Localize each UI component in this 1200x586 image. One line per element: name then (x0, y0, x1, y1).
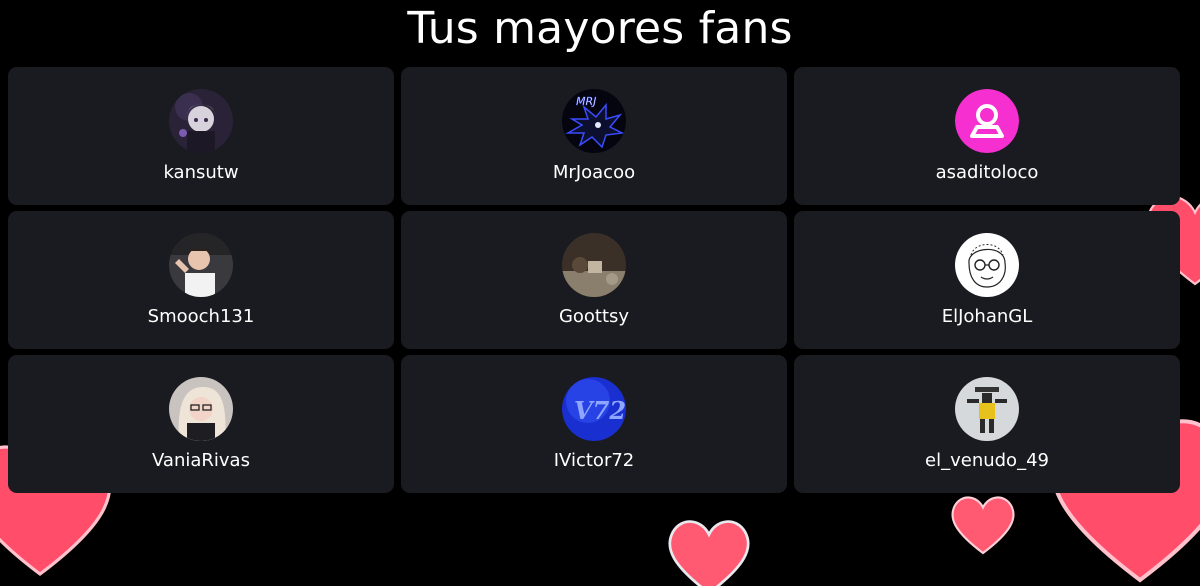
fan-card[interactable]: el_venudo_49 (794, 355, 1180, 493)
fan-card[interactable]: kansutw (8, 67, 394, 205)
fans-grid: kansutw MRJ MrJoacoo asaditoloco Smooch1… (8, 67, 1180, 493)
fan-card[interactable]: ElJohanGL (794, 211, 1180, 349)
fan-username: MrJoacoo (552, 162, 636, 183)
dark-hedgehog-avatar-icon: MRJ (562, 89, 626, 153)
anime-character-avatar-icon (169, 89, 233, 153)
fan-username: Smooch131 (147, 306, 255, 327)
fan-username: ElJohanGL (941, 306, 1033, 327)
blue-logo-avatar-icon: V72 (562, 377, 626, 441)
fan-username: el_venudo_49 (925, 450, 1049, 471)
fan-username: IVictor72 (553, 450, 635, 471)
fans-page: Tus mayores fans kansutw MRJ MrJoacoo as… (0, 0, 1200, 586)
fan-card[interactable]: Smooch131 (8, 211, 394, 349)
heart-decoration-bottom-right-small-icon (948, 490, 1018, 560)
fan-username: VaniaRivas (152, 450, 250, 471)
svg-text:MRJ: MRJ (576, 95, 596, 108)
heart-decoration-bottom-center-icon (664, 512, 754, 586)
default-user-avatar-icon (955, 89, 1019, 153)
fan-card[interactable]: V72 IVictor72 (401, 355, 787, 493)
fan-card[interactable]: VaniaRivas (8, 355, 394, 493)
page-title: Tus mayores fans (407, 3, 793, 54)
person-photo-avatar-icon (169, 377, 233, 441)
fan-card[interactable]: Goottsy (401, 211, 787, 349)
pixel-character-avatar-icon (955, 377, 1019, 441)
fan-username: Goottsy (558, 306, 630, 327)
sketch-face-avatar-icon (955, 233, 1019, 297)
svg-text:V72: V72 (574, 396, 626, 425)
fan-username: asaditoloco (935, 162, 1039, 183)
fan-card[interactable]: MRJ MrJoacoo (401, 67, 787, 205)
fan-card[interactable]: asaditoloco (794, 67, 1180, 205)
fan-username: kansutw (163, 162, 239, 183)
scenery-photo-avatar-icon (562, 233, 626, 297)
person-photo-avatar-icon (169, 233, 233, 297)
